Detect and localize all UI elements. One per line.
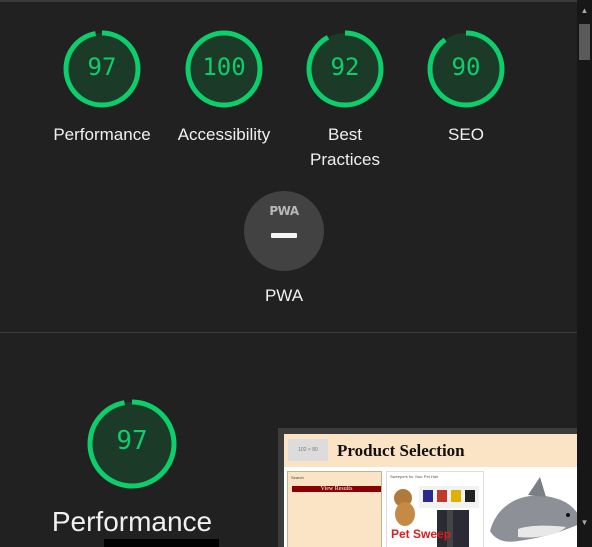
- horizontal-scroll-indicator: [104, 539, 219, 547]
- pet-sweep-text: Pet Sweep: [391, 527, 451, 541]
- gauge-label: Accessibility: [177, 125, 271, 144]
- gauge-score: 100: [202, 53, 246, 81]
- section-divider: [0, 332, 577, 333]
- gauge-label: Performance: [53, 125, 151, 144]
- performance-score-gauge: 97: [86, 398, 178, 490]
- pwa-badge[interactable]: PWA: [244, 191, 324, 271]
- gauge-seo[interactable]: 90 SEO: [416, 29, 516, 147]
- screenshot-product-shark: [488, 471, 577, 547]
- screenshot-logo: 102 × 80: [288, 439, 328, 461]
- pwa-badge-text: PWA: [269, 204, 299, 218]
- gauge-accessibility[interactable]: 100 Accessibility: [174, 29, 274, 147]
- performance-title: Performance: [51, 506, 213, 537]
- screenshot-view-results-button: View Results: [292, 486, 381, 492]
- page-screenshot-thumbnail[interactable]: 102 × 80 Product Selection Search View R…: [278, 428, 577, 547]
- screenshot-title: Product Selection: [337, 441, 465, 460]
- scroll-down-arrow-icon[interactable]: ▼: [579, 518, 590, 528]
- top-border: [0, 0, 577, 2]
- screenshot-page: 102 × 80 Product Selection Search View R…: [284, 434, 577, 547]
- vertical-scrollbar[interactable]: [577, 0, 592, 547]
- pet-sweep-product-image: Pet Sweep: [391, 486, 479, 547]
- screenshot-search-label: Search: [291, 475, 304, 480]
- gauge-label: SEO: [448, 125, 484, 144]
- gauge-label: Best Practices: [310, 125, 380, 169]
- gauge-performance[interactable]: 97 Performance: [52, 29, 152, 147]
- screenshot-sidebar: Search View Results: [287, 471, 382, 547]
- gauge-score: 90: [451, 53, 481, 81]
- performance-score: 97: [116, 426, 148, 456]
- gauge-score: 97: [87, 53, 117, 81]
- gauge-best-practices[interactable]: 92 Best Practices: [295, 29, 395, 172]
- pwa-dash-icon: [271, 233, 297, 238]
- screenshot-header: 102 × 80 Product Selection: [284, 434, 577, 467]
- screenshot-product-pet-sweep: Sweepers for Your Pet Hair Pet Sweep: [386, 471, 484, 547]
- scrollbar-thumb[interactable]: [579, 24, 590, 60]
- pwa-label: PWA: [264, 286, 304, 305]
- scroll-up-arrow-icon[interactable]: ▲: [579, 6, 590, 16]
- gauge-score: 92: [330, 53, 360, 81]
- shark-plush-image: [490, 477, 577, 542]
